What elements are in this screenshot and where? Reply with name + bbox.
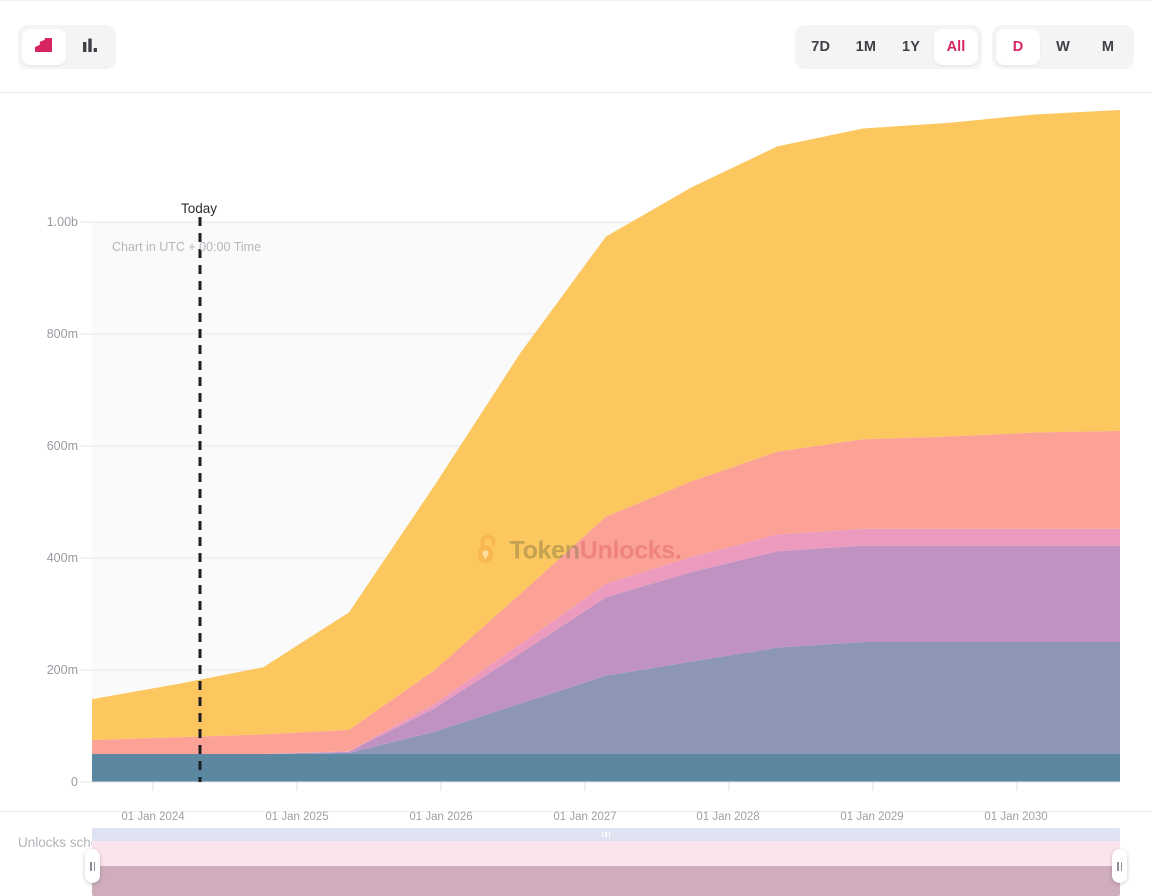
range-slider-move-grip-icon[interactable] [599, 832, 613, 837]
x-tick-label: 01 Jan 2030 [984, 811, 1047, 823]
area-chart-icon [34, 36, 54, 57]
stacked-area-chart[interactable] [0, 93, 1152, 803]
x-tick-label: 01 Jan 2027 [553, 811, 616, 823]
token-unlocks-chart-app: 7D 1M 1Y All D W M 1.00b 800m 600m 400m … [0, 0, 1152, 873]
today-marker-label: Today [181, 201, 217, 216]
area-series-binance-launchpad [92, 754, 1120, 782]
chart-toolbar: 7D 1M 1Y All D W M [0, 0, 1152, 93]
range-slider-selection-band [92, 866, 1120, 896]
chart-canvas-region[interactable]: 1.00b 800m 600m 400m 200m 0 01 Jan 2024 … [0, 93, 1152, 811]
granularity-button-group: D W M [992, 25, 1134, 69]
y-tick-label: 0 [14, 775, 78, 789]
x-tick-label: 01 Jan 2028 [696, 811, 759, 823]
x-tick-label: 01 Jan 2026 [409, 811, 472, 823]
range-slider-top-bar[interactable] [92, 828, 1120, 841]
granularity-button-weekly[interactable]: W [1041, 29, 1085, 65]
chart-type-toggle-group [18, 25, 116, 69]
bar-chart-toggle-button[interactable] [68, 29, 112, 65]
granularity-button-daily[interactable]: D [996, 29, 1040, 65]
x-tick-label: 01 Jan 2029 [840, 811, 903, 823]
y-tick-label: 800m [14, 327, 78, 341]
granularity-button-monthly[interactable]: M [1086, 29, 1130, 65]
bar-chart-icon [80, 36, 100, 57]
utc-timezone-note: Chart in UTC + 00:00 Time [112, 240, 261, 254]
range-slider-handle-right[interactable] [1112, 849, 1127, 883]
range-button-7d[interactable]: 7D [799, 29, 843, 65]
range-slider-track[interactable] [92, 828, 1120, 896]
y-tick-label: 200m [14, 663, 78, 677]
range-slider-handle-left[interactable] [85, 849, 100, 883]
toolbar-right-controls: 7D 1M 1Y All D W M [795, 25, 1134, 69]
area-chart-toggle-button[interactable] [22, 29, 66, 65]
range-slider[interactable] [92, 828, 1120, 896]
x-tick-label: 01 Jan 2025 [265, 811, 328, 823]
x-tick-label: 01 Jan 2024 [121, 811, 184, 823]
y-tick-label: 1.00b [14, 215, 78, 229]
range-button-1m[interactable]: 1M [844, 29, 888, 65]
range-button-all[interactable]: All [934, 29, 978, 65]
y-tick-label: 400m [14, 551, 78, 565]
time-range-button-group: 7D 1M 1Y All [795, 25, 982, 69]
y-tick-label: 600m [14, 439, 78, 453]
plot-wrapper: 1.00b 800m 600m 400m 200m 0 01 Jan 2024 … [0, 93, 1152, 803]
range-button-1y[interactable]: 1Y [889, 29, 933, 65]
